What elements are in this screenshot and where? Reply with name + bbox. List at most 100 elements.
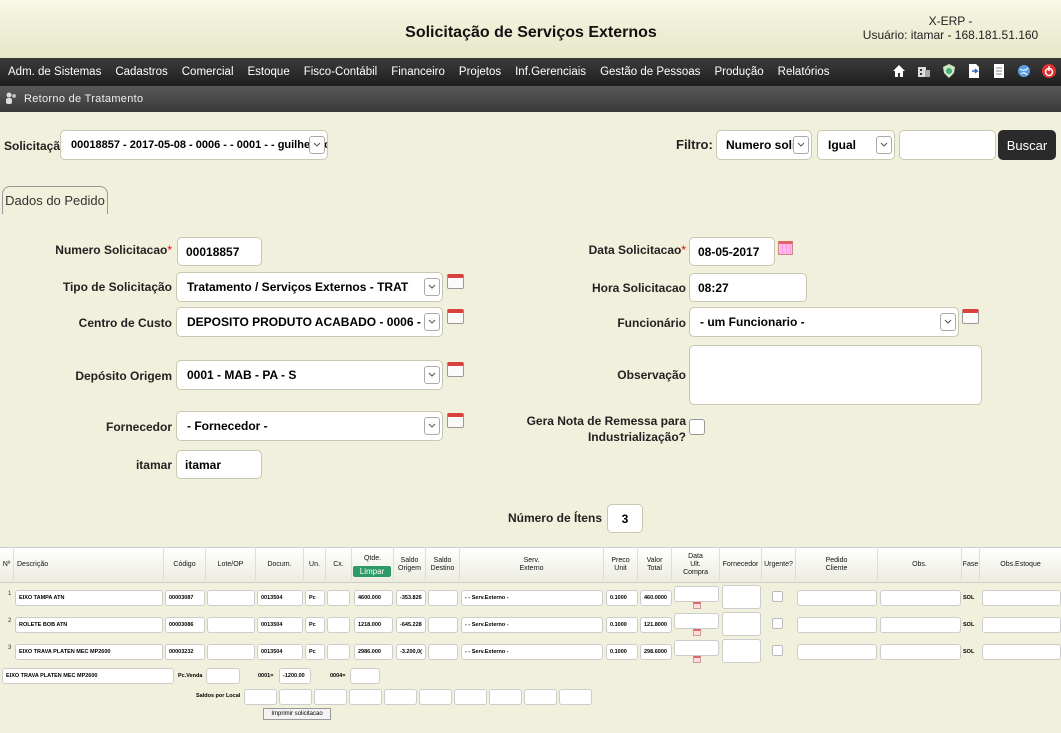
funcionario-select[interactable]: - um Funcionario - [689, 307, 959, 337]
hora-input[interactable]: 08:27 [689, 273, 807, 302]
data-compra-cell[interactable] [674, 613, 719, 629]
fornecedor-cell[interactable] [722, 585, 761, 609]
tipo-select[interactable]: Tratamento / Serviços Externos - TRAT [176, 272, 443, 302]
calendar-icon[interactable] [447, 274, 464, 289]
menu-fisco-contabil[interactable]: Fisco-Contábil [304, 66, 378, 78]
menu-producao[interactable]: Produção [714, 66, 763, 78]
home-icon[interactable] [890, 62, 907, 79]
saldo-destino-cell [428, 617, 458, 633]
data-compra-cell[interactable] [674, 586, 719, 602]
buscar-button[interactable]: Buscar [998, 130, 1056, 160]
menu-gestao-pessoas[interactable]: Gestão de Pessoas [600, 66, 700, 78]
obs-estoque-cell[interactable] [982, 644, 1061, 660]
menu-estoque[interactable]: Estoque [248, 66, 290, 78]
filtro-operator-select[interactable]: Igual [817, 130, 895, 160]
itamar-input[interactable]: itamar [176, 450, 262, 479]
building-icon[interactable] [915, 62, 932, 79]
filtro-value-input[interactable] [899, 130, 996, 160]
saldo-local-cell [314, 689, 347, 705]
fase-cell: SOL [963, 595, 975, 601]
codigo-cell[interactable]: 00003087 [165, 590, 205, 606]
preco-cell[interactable]: 0.1000 [606, 644, 638, 660]
fornecedor-cell[interactable] [722, 612, 761, 636]
fornecedor-cell[interactable] [722, 639, 761, 663]
menu-adm-sistemas[interactable]: Adm. de Sistemas [8, 66, 101, 78]
serv-select[interactable]: - - Serv.Externo - [461, 590, 603, 606]
desc-cell[interactable]: EIXO TRAVA PLATEN MEC MP2600 [15, 644, 163, 660]
desc-cell[interactable]: EIXO TAMPA ATN [15, 590, 163, 606]
toolbar-icons [890, 62, 1057, 82]
un-cell[interactable]: Pc [305, 590, 325, 606]
codigo-cell[interactable]: 00003086 [165, 617, 205, 633]
saldo-local-cell [489, 689, 522, 705]
lote-cell[interactable] [207, 590, 255, 606]
observacao-textarea[interactable] [689, 345, 982, 405]
document-arrow-icon[interactable] [965, 62, 982, 79]
menu-projetos[interactable]: Projetos [459, 66, 501, 78]
gera-label: Gera Nota de Remessa para Industrializaç… [526, 414, 686, 444]
lote-cell[interactable] [207, 644, 255, 660]
pedido-cliente-cell[interactable] [797, 590, 877, 606]
menu-financeiro[interactable]: Financeiro [391, 66, 445, 78]
calendar-icon[interactable] [447, 309, 464, 324]
menu-cadastros[interactable]: Cadastros [115, 66, 167, 78]
un-cell[interactable]: Pc [305, 617, 325, 633]
calendar-icon[interactable] [693, 656, 701, 663]
urgente-checkbox[interactable] [772, 618, 783, 629]
imprimir-button[interactable]: Imprimir solicitacao [263, 708, 331, 720]
limpar-button[interactable]: Limpar [353, 566, 391, 577]
obs-estoque-cell[interactable] [982, 617, 1061, 633]
preco-cell[interactable]: 0.1000 [606, 590, 638, 606]
calendar-icon[interactable] [693, 602, 701, 609]
desc-cell[interactable]: ROLETE BOB ATN [15, 617, 163, 633]
un-cell[interactable]: Pc [305, 644, 325, 660]
data-input[interactable]: 08-05-2017 [689, 237, 775, 266]
docum-cell[interactable]: 0013504 [257, 590, 303, 606]
pedido-cliente-cell[interactable] [797, 644, 877, 660]
docum-cell[interactable]: 0013504 [257, 617, 303, 633]
qtde-cell[interactable]: 4600.000 [354, 590, 393, 606]
shield-icon[interactable] [940, 62, 957, 79]
docum-cell[interactable]: 0013504 [257, 644, 303, 660]
centro-select[interactable]: DEPOSITO PRODUTO ACABADO - 0006 - S [176, 307, 443, 337]
cx-cell[interactable] [327, 617, 350, 633]
globe-icon[interactable] [1015, 62, 1032, 79]
calendar-icon[interactable] [778, 241, 793, 255]
data-compra-cell[interactable] [674, 640, 719, 656]
cx-cell[interactable] [327, 644, 350, 660]
calendar-icon[interactable] [447, 362, 464, 377]
col-header: Descrição [14, 547, 164, 583]
menu-inf-gerenciais[interactable]: Inf.Gerenciais [515, 66, 586, 78]
obs-cell[interactable] [880, 644, 961, 660]
calendar-icon[interactable] [693, 629, 701, 636]
filtro-field-value: Numero solic [726, 138, 803, 152]
tab-dados-pedido[interactable]: Dados do Pedido [2, 186, 108, 214]
preco-cell[interactable]: 0.1000 [606, 617, 638, 633]
menu-comercial[interactable]: Comercial [182, 66, 234, 78]
obs-estoque-cell[interactable] [982, 590, 1061, 606]
cx-cell[interactable] [327, 590, 350, 606]
obs-cell[interactable] [880, 590, 961, 606]
deposito-select[interactable]: 0001 - MAB - PA - S [176, 360, 443, 390]
urgente-checkbox[interactable] [772, 645, 783, 656]
solicitacao-select[interactable]: 00018857 - 2017-05-08 - 0006 - - 0001 - … [60, 130, 328, 160]
filtro-field-select[interactable]: Numero solic [716, 130, 812, 160]
numero-input[interactable]: 00018857 [177, 237, 262, 266]
fornecedor-select[interactable]: - Fornecedor - [176, 411, 443, 441]
pedido-cliente-cell[interactable] [797, 617, 877, 633]
notepad-icon[interactable] [990, 62, 1007, 79]
urgente-checkbox[interactable] [772, 591, 783, 602]
obs-cell[interactable] [880, 617, 961, 633]
codigo-cell[interactable]: 00003232 [165, 644, 205, 660]
qtde-cell[interactable]: 1218.000 [354, 617, 393, 633]
gera-checkbox[interactable] [689, 419, 705, 435]
serv-select[interactable]: - - Serv.Externo - [461, 617, 603, 633]
numero-label: Numero Solicitacao* [55, 243, 172, 257]
calendar-icon[interactable] [962, 309, 979, 324]
calendar-icon[interactable] [447, 413, 464, 428]
lote-cell[interactable] [207, 617, 255, 633]
menu-relatorios[interactable]: Relatórios [778, 66, 830, 78]
power-icon[interactable] [1040, 62, 1057, 79]
serv-select[interactable]: - - Serv.Externo - [461, 644, 603, 660]
qtde-cell[interactable]: 2986.000 [354, 644, 393, 660]
